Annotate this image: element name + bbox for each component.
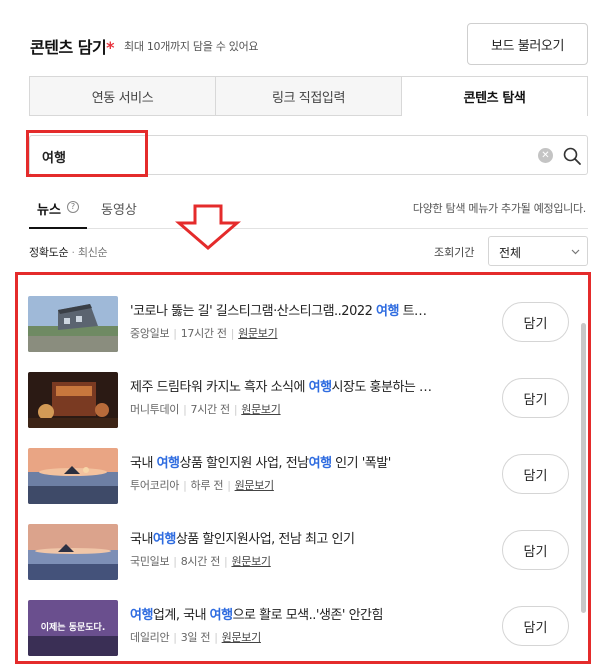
article-thumbnail[interactable] bbox=[28, 296, 118, 352]
article-headline[interactable]: 국내 여행상품 할인지원 사업, 전남여행 인기 '폭발' bbox=[130, 452, 470, 471]
help-icon[interactable]: ? bbox=[67, 201, 79, 213]
article-thumbnail[interactable] bbox=[28, 372, 118, 428]
article-time: 17시간 전 bbox=[180, 327, 227, 340]
article-time: 3일 전 bbox=[180, 631, 211, 644]
headline-text: '코로나 뚫는 길' 길스티그램·산스티그램..2022 bbox=[130, 304, 377, 319]
tab-content-explore[interactable]: 콘텐츠 탐색 bbox=[402, 76, 588, 116]
keyword-highlight: 여행 bbox=[152, 532, 176, 547]
keyword-highlight: 여행 bbox=[308, 456, 332, 471]
original-link[interactable]: 원문보기 bbox=[222, 631, 262, 644]
article-headline[interactable]: 국내여행상품 할인지원사업, 전남 최고 인기 bbox=[130, 528, 470, 547]
sort-accuracy[interactable]: 정확도순 bbox=[29, 246, 69, 259]
add-content-button[interactable]: 담기 bbox=[502, 454, 569, 494]
keyword-highlight: 여행 bbox=[376, 304, 399, 319]
article-source: 머니투데이 bbox=[130, 403, 180, 416]
search-icon[interactable] bbox=[562, 146, 582, 166]
sort-options: 정확도순 · 최신순 bbox=[29, 244, 108, 260]
header: 콘텐츠 담기* 최대 10개까지 담을 수 있어요 보드 불러오기 bbox=[30, 23, 590, 65]
article-source: 국민일보 bbox=[130, 555, 170, 568]
page-subtitle: 최대 10개까지 담을 수 있어요 bbox=[124, 40, 259, 53]
keyword-highlight: 여행 bbox=[308, 380, 332, 395]
tab-video[interactable]: 동영상 bbox=[101, 199, 137, 218]
list-item: '코로나 뚫는 길' 길스티그램·산스티그램..2022 여행 트… 중앙일보 |… bbox=[28, 290, 573, 360]
scrollbar[interactable] bbox=[581, 323, 586, 613]
add-content-button[interactable]: 담기 bbox=[502, 302, 569, 342]
page-title: 콘텐츠 담기* bbox=[30, 34, 115, 58]
add-content-button[interactable]: 담기 bbox=[502, 378, 569, 418]
add-content-button[interactable]: 담기 bbox=[502, 606, 569, 646]
tab-direct-link[interactable]: 링크 직접입력 bbox=[216, 76, 402, 116]
article-thumbnail[interactable] bbox=[28, 524, 118, 580]
search-highlight-box bbox=[26, 130, 148, 177]
period-value: 전체 bbox=[499, 246, 522, 260]
original-link[interactable]: 원문보기 bbox=[238, 327, 278, 340]
list-item: 이제는 동문도다. 여행업계, 국내 여행으로 활로 모색..'생존' 안간힘 … bbox=[28, 594, 573, 661]
add-content-button[interactable]: 담기 bbox=[502, 530, 569, 570]
headline-text: 으로 활로 모색..'생존' 안간힘 bbox=[232, 608, 384, 623]
original-link[interactable]: 원문보기 bbox=[231, 555, 271, 568]
article-source: 중앙일보 bbox=[130, 327, 170, 340]
article-headline[interactable]: 여행업계, 국내 여행으로 활로 모색..'생존' 안간힘 bbox=[130, 604, 470, 623]
down-arrow-icon bbox=[175, 204, 241, 250]
period-label: 조회기간 bbox=[434, 246, 475, 259]
required-mark: * bbox=[106, 38, 115, 57]
headline-text: 업계, 국내 bbox=[152, 608, 210, 623]
results-list: '코로나 뚫는 길' 길스티그램·산스티그램..2022 여행 트… 중앙일보 |… bbox=[15, 272, 591, 664]
list-item: 국내여행상품 할인지원사업, 전남 최고 인기 국민일보 | 8시간 전 | 원문보기 … bbox=[28, 518, 573, 588]
article-thumbnail[interactable]: 이제는 동문도다. bbox=[28, 600, 118, 656]
list-item: 국내 여행상품 할인지원 사업, 전남여행 인기 '폭발' 투어코리아 | 하루 전… bbox=[28, 442, 573, 512]
keyword-highlight: 여행 bbox=[130, 608, 153, 623]
article-meta: 투어코리아 | 하루 전 | 원문보기 bbox=[130, 479, 275, 492]
original-link[interactable]: 원문보기 bbox=[241, 403, 281, 416]
thumb-caption: 이제는 동문도다. bbox=[41, 621, 106, 633]
article-headline[interactable]: '코로나 뚫는 길' 길스티그램·산스티그램..2022 여행 트… bbox=[130, 300, 470, 319]
clear-icon[interactable]: ✕ bbox=[538, 148, 553, 163]
article-time: 하루 전 bbox=[190, 479, 224, 492]
keyword-highlight: 여행 bbox=[156, 456, 180, 471]
article-headline[interactable]: 제주 드림타워 카지노 흑자 소식에 여행시장도 훙분하는 … bbox=[130, 376, 470, 395]
headline-text: 시장도 훙분하는 … bbox=[331, 380, 433, 395]
load-board-button[interactable]: 보드 불러오기 bbox=[467, 23, 588, 65]
headline-text: 상품 할인지원 사업, 전남 bbox=[179, 456, 309, 471]
chevron-down-icon bbox=[571, 249, 580, 255]
article-time: 7시간 전 bbox=[190, 403, 231, 416]
sort-recent[interactable]: 최신순 bbox=[78, 246, 108, 259]
headline-text: 국내 bbox=[130, 532, 153, 547]
article-source: 투어코리아 bbox=[130, 479, 180, 492]
article-meta: 중앙일보 | 17시간 전 | 원문보기 bbox=[130, 327, 278, 340]
menu-notice: 다양한 탐색 메뉴가 추가될 예정입니다. bbox=[412, 202, 586, 215]
article-source: 데일리안 bbox=[130, 631, 170, 644]
page-title-text: 콘텐츠 담기 bbox=[30, 38, 107, 57]
headline-text: 인기 '폭발' bbox=[331, 456, 391, 471]
period-select[interactable]: 전체 bbox=[488, 236, 588, 266]
article-thumbnail[interactable] bbox=[28, 448, 118, 504]
article-meta: 머니투데이 | 7시간 전 | 원문보기 bbox=[130, 403, 281, 416]
headline-text: 트… bbox=[398, 304, 427, 319]
headline-text: 상품 할인지원사업, 전남 최고 인기 bbox=[175, 532, 355, 547]
article-meta: 데일리안 | 3일 전 | 원문보기 bbox=[130, 631, 262, 644]
article-meta: 국민일보 | 8시간 전 | 원문보기 bbox=[130, 555, 271, 568]
tab-linked-service[interactable]: 연동 서비스 bbox=[29, 76, 216, 116]
original-link[interactable]: 원문보기 bbox=[235, 479, 275, 492]
source-tabs: 연동 서비스 링크 직접입력 콘텐츠 탐색 bbox=[29, 76, 588, 116]
tab-news-label: 뉴스 bbox=[37, 203, 61, 218]
tab-news[interactable]: 뉴스 ? bbox=[29, 194, 87, 229]
content-type-tabs: 뉴스 ? 동영상 다양한 탐색 메뉴가 추가될 예정입니다. bbox=[29, 194, 588, 229]
sort-separator: · bbox=[71, 246, 75, 259]
list-item: 제주 드림타워 카지노 흑자 소식에 여행시장도 훙분하는 … 머니투데이 | 7시… bbox=[28, 366, 573, 436]
headline-text: 제주 드림타워 카지노 흑자 소식에 bbox=[130, 380, 309, 395]
headline-text: 국내 bbox=[130, 456, 157, 471]
keyword-highlight: 여행 bbox=[209, 608, 233, 623]
article-time: 8시간 전 bbox=[180, 555, 221, 568]
